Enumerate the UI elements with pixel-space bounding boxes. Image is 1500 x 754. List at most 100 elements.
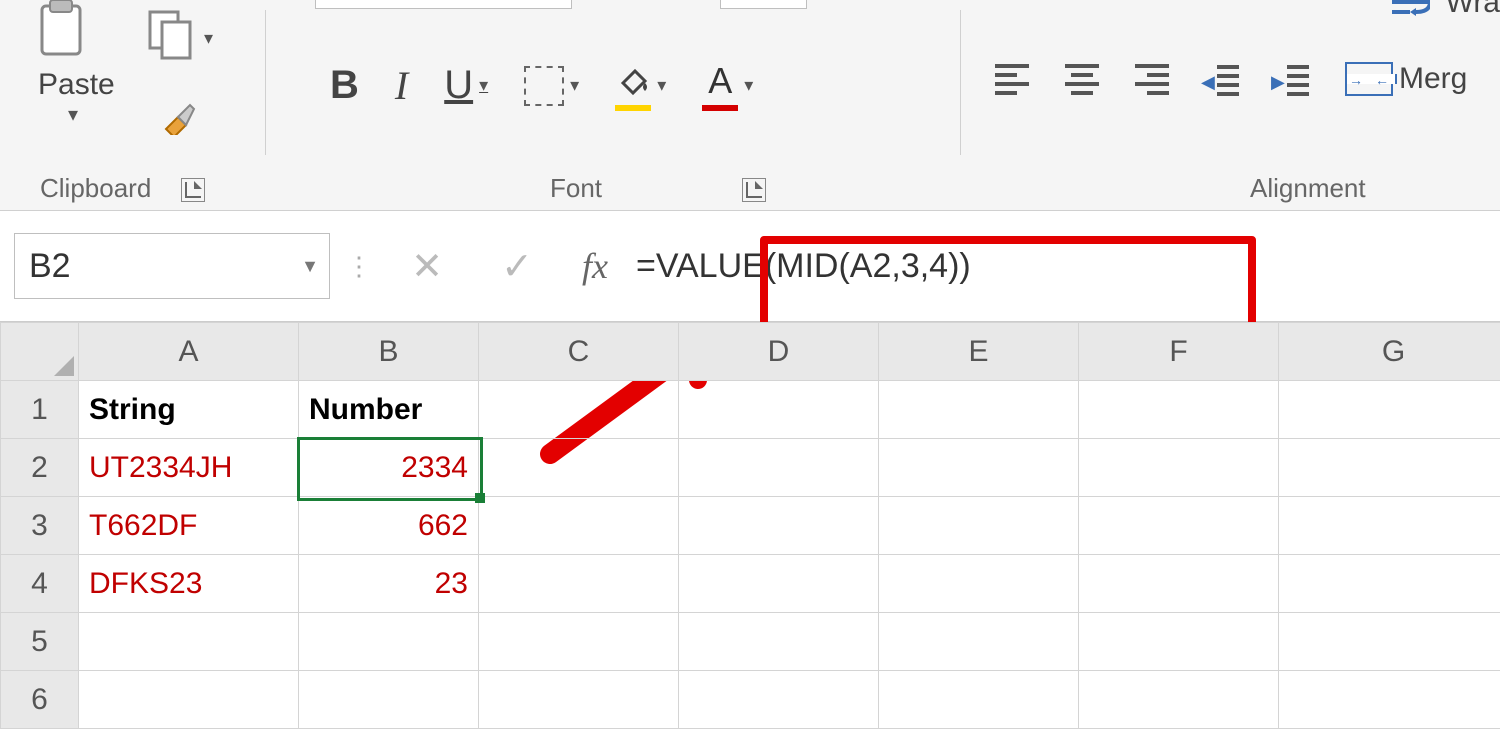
chevron-down-icon[interactable]: ▾ bbox=[657, 75, 666, 96]
decrease-indent-button[interactable]: ◀ bbox=[1205, 65, 1239, 93]
cell[interactable] bbox=[1079, 439, 1279, 497]
cell[interactable] bbox=[479, 613, 679, 671]
increase-indent-button[interactable]: ▶ bbox=[1275, 65, 1309, 93]
cell[interactable] bbox=[879, 555, 1079, 613]
cell[interactable] bbox=[299, 671, 479, 729]
row-header[interactable]: 3 bbox=[1, 497, 79, 555]
cell[interactable] bbox=[1079, 555, 1279, 613]
cell[interactable] bbox=[479, 439, 679, 497]
cell[interactable] bbox=[879, 497, 1079, 555]
cell[interactable] bbox=[479, 497, 679, 555]
wrap-text-button[interactable]: Wra bbox=[1390, 0, 1500, 20]
copy-dropdown-icon[interactable]: ▾ bbox=[204, 28, 213, 49]
cell-A2[interactable]: UT2334JH bbox=[79, 439, 299, 497]
row-header[interactable]: 6 bbox=[1, 671, 79, 729]
chevron-down-icon[interactable]: ▾ bbox=[479, 75, 488, 96]
merge-cells-button[interactable]: →←Merg bbox=[1345, 62, 1467, 96]
paste-icon[interactable] bbox=[38, 0, 108, 62]
accept-formula-button[interactable]: ✓ bbox=[472, 244, 562, 289]
dialog-launcher-icon[interactable] bbox=[742, 178, 766, 202]
grid[interactable]: A B C D E F G 1 String Number 2 UT2334JH… bbox=[0, 322, 1500, 729]
col-header-D[interactable]: D bbox=[679, 323, 879, 381]
align-right-button[interactable] bbox=[1135, 64, 1169, 95]
font-size-dropdown[interactable] bbox=[720, 0, 807, 9]
cell[interactable] bbox=[879, 381, 1079, 439]
cell[interactable] bbox=[79, 671, 299, 729]
row-2: 2 UT2334JH 2334 bbox=[1, 439, 1500, 497]
separator bbox=[960, 10, 961, 155]
select-all-corner[interactable] bbox=[1, 323, 79, 381]
cell[interactable] bbox=[879, 613, 1079, 671]
chevron-down-icon[interactable]: ▼ bbox=[301, 256, 319, 277]
cell[interactable] bbox=[1079, 671, 1279, 729]
cell[interactable] bbox=[679, 671, 879, 729]
row-header[interactable]: 1 bbox=[1, 381, 79, 439]
drag-handle-icon[interactable]: ⋮ bbox=[346, 251, 366, 282]
font-color-icon: A bbox=[702, 63, 738, 109]
cell-B1[interactable]: Number bbox=[299, 381, 479, 439]
col-header-E[interactable]: E bbox=[879, 323, 1079, 381]
cell[interactable] bbox=[479, 381, 679, 439]
cell[interactable] bbox=[79, 613, 299, 671]
row-header[interactable]: 5 bbox=[1, 613, 79, 671]
wrap-label: Wra bbox=[1446, 0, 1500, 20]
font-name-dropdown[interactable] bbox=[315, 0, 572, 9]
chevron-down-icon[interactable]: ▾ bbox=[570, 75, 579, 96]
cell[interactable] bbox=[679, 555, 879, 613]
borders-button[interactable]: ▾ bbox=[524, 66, 579, 106]
name-box-value: B2 bbox=[29, 247, 71, 286]
col-header-F[interactable]: F bbox=[1079, 323, 1279, 381]
italic-button[interactable]: I bbox=[395, 62, 408, 109]
name-box[interactable]: B2 ▼ bbox=[14, 233, 330, 299]
cell[interactable] bbox=[679, 381, 879, 439]
fx-label[interactable]: fx bbox=[582, 245, 608, 287]
cell[interactable] bbox=[1279, 555, 1500, 613]
cell[interactable] bbox=[679, 613, 879, 671]
cancel-formula-button[interactable]: ✕ bbox=[382, 244, 472, 289]
cell[interactable] bbox=[1279, 613, 1500, 671]
dialog-launcher-icon[interactable] bbox=[181, 178, 205, 202]
chevron-down-icon[interactable]: ▾ bbox=[744, 75, 753, 96]
cell[interactable] bbox=[1079, 381, 1279, 439]
row-header[interactable]: 2 bbox=[1, 439, 79, 497]
formula-bar: B2 ▼ ⋮ ✕ ✓ fx =VALUE(MID(A2,3,4)) bbox=[0, 211, 1500, 322]
cell[interactable] bbox=[1279, 671, 1500, 729]
font-format-row: B I U▾ ▾ ▾ A▾ bbox=[330, 62, 753, 109]
cell[interactable] bbox=[679, 439, 879, 497]
cell-B3[interactable]: 662 bbox=[299, 497, 479, 555]
cell[interactable] bbox=[679, 497, 879, 555]
col-header-G[interactable]: G bbox=[1279, 323, 1500, 381]
copy-icon[interactable] bbox=[148, 10, 194, 65]
fill-color-button[interactable]: ▾ bbox=[615, 63, 666, 109]
cell[interactable] bbox=[479, 671, 679, 729]
cell[interactable] bbox=[1279, 381, 1500, 439]
cell[interactable] bbox=[879, 439, 1079, 497]
align-left-button[interactable] bbox=[995, 64, 1029, 95]
cell-A3[interactable]: T662DF bbox=[79, 497, 299, 555]
col-header-A[interactable]: A bbox=[79, 323, 299, 381]
row-6: 6 bbox=[1, 671, 1500, 729]
alignment-row: ◀ ▶ →←Merg bbox=[995, 62, 1467, 96]
row-3: 3 T662DF 662 bbox=[1, 497, 1500, 555]
col-header-B[interactable]: B bbox=[299, 323, 479, 381]
cell[interactable] bbox=[479, 555, 679, 613]
cell[interactable] bbox=[1079, 613, 1279, 671]
format-painter-icon[interactable] bbox=[160, 95, 200, 144]
cell[interactable] bbox=[1079, 497, 1279, 555]
cell[interactable] bbox=[1279, 439, 1500, 497]
cell[interactable] bbox=[1279, 497, 1500, 555]
merge-icon: →← bbox=[1345, 62, 1393, 96]
underline-button[interactable]: U▾ bbox=[444, 63, 488, 108]
cell[interactable] bbox=[299, 613, 479, 671]
cell-A1[interactable]: String bbox=[79, 381, 299, 439]
cell-B2[interactable]: 2334 bbox=[299, 439, 479, 497]
formula-input[interactable]: =VALUE(MID(A2,3,4)) bbox=[628, 234, 1500, 298]
cell-A4[interactable]: DFKS23 bbox=[79, 555, 299, 613]
row-header[interactable]: 4 bbox=[1, 555, 79, 613]
col-header-C[interactable]: C bbox=[479, 323, 679, 381]
cell-B4[interactable]: 23 bbox=[299, 555, 479, 613]
cell[interactable] bbox=[879, 671, 1079, 729]
bold-button[interactable]: B bbox=[330, 63, 359, 108]
align-center-button[interactable] bbox=[1065, 64, 1099, 95]
font-color-button[interactable]: A▾ bbox=[702, 63, 753, 109]
